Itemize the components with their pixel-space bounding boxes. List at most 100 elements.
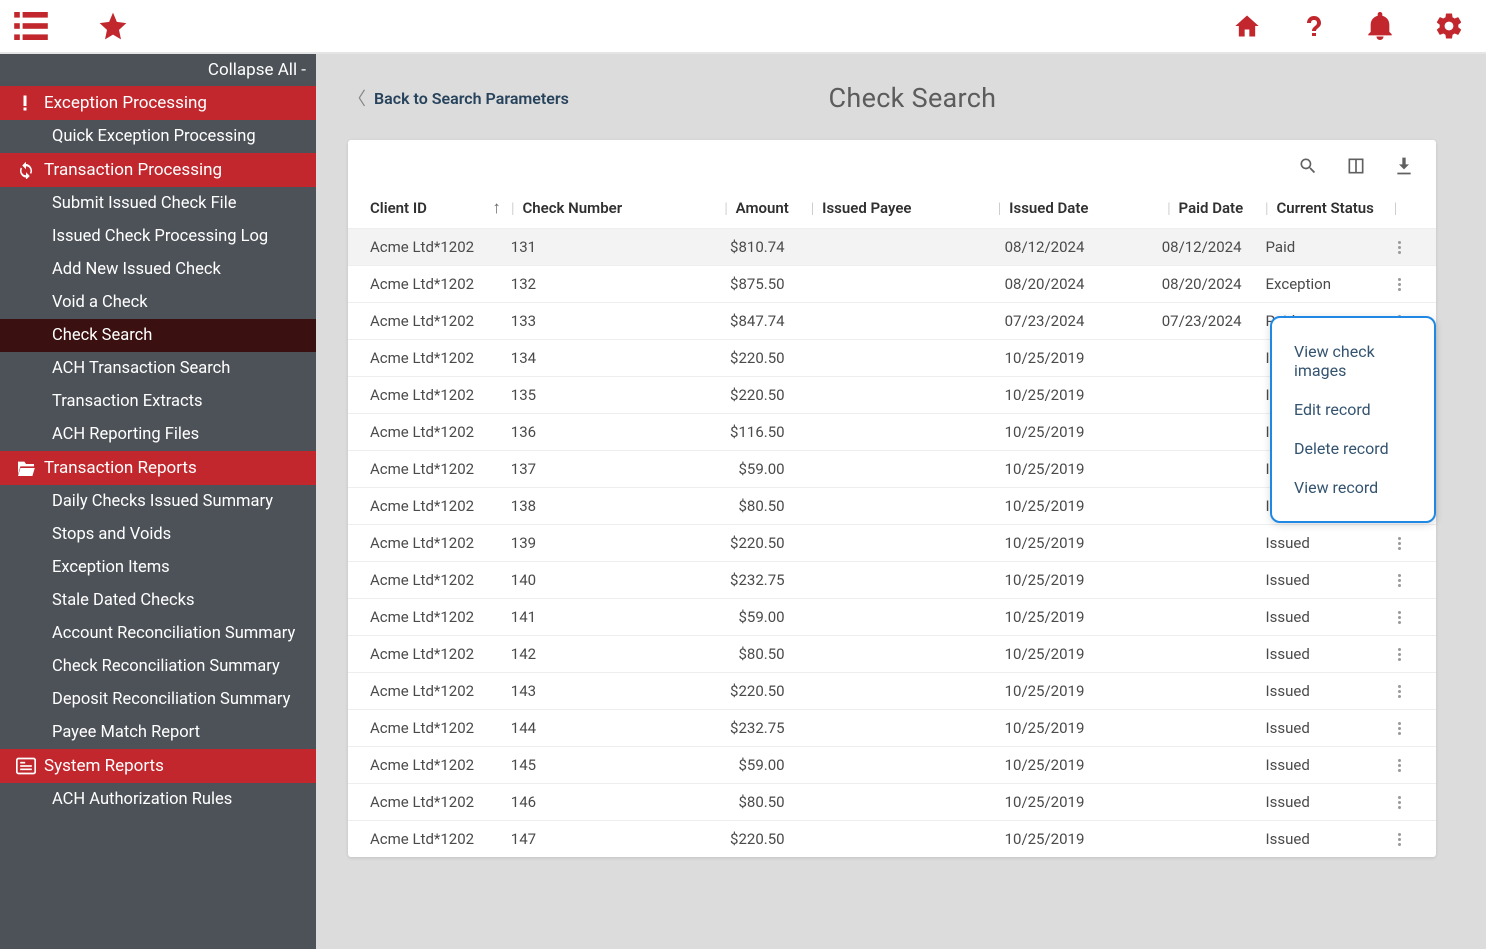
sidebar-item[interactable]: Void a Check [0, 286, 316, 319]
sidebar-section-header[interactable]: System Reports [0, 749, 316, 783]
help-icon[interactable] [1302, 10, 1326, 42]
col-current-status[interactable]: |Current Status [1265, 198, 1385, 218]
row-menu-button[interactable] [1385, 759, 1414, 772]
star-icon[interactable] [96, 10, 130, 42]
col-paid-date[interactable]: |Paid Date [1110, 198, 1265, 218]
sidebar-item[interactable]: Deposit Reconciliation Summary [0, 683, 316, 716]
cell-issued-date: 10/25/2019 [946, 608, 1111, 626]
table-row[interactable]: Acme Ltd*1202 131 $810.74 08/12/2024 08/… [348, 228, 1436, 265]
table-row[interactable]: Acme Ltd*1202 144 $232.75 10/25/2019 Iss… [348, 709, 1436, 746]
cell-client: Acme Ltd*1202 [370, 460, 482, 478]
columns-icon[interactable] [1346, 156, 1366, 180]
sidebar-section-header[interactable]: Exception Processing [0, 86, 316, 120]
cell-paid-date: 08/12/2024 [1110, 238, 1265, 256]
row-menu-button[interactable] [1385, 833, 1414, 846]
sidebar-item[interactable]: Payee Match Report [0, 716, 316, 749]
table-row[interactable]: Acme Ltd*1202 140 $232.75 10/25/2019 Iss… [348, 561, 1436, 598]
sidebar-item[interactable]: Daily Checks Issued Summary [0, 485, 316, 518]
row-menu-button[interactable] [1385, 648, 1414, 661]
kebab-icon [1398, 537, 1401, 550]
cell-check: 142 [511, 645, 685, 663]
sidebar-section-label: Exception Processing [44, 93, 207, 113]
sort-indicator[interactable]: ↑ [482, 198, 511, 218]
cell-amount: $116.50 [684, 423, 810, 441]
cell-amount: $220.50 [684, 534, 810, 552]
row-menu-button[interactable] [1385, 796, 1414, 809]
cell-client: Acme Ltd*1202 [370, 682, 482, 700]
sidebar-item[interactable]: Account Reconciliation Summary [0, 617, 316, 650]
kebab-icon [1398, 685, 1401, 698]
cell-check: 131 [511, 238, 685, 256]
cell-client: Acme Ltd*1202 [370, 830, 482, 848]
sidebar-item[interactable]: Submit Issued Check File [0, 187, 316, 220]
table-row[interactable]: Acme Ltd*1202 132 $875.50 08/20/2024 08/… [348, 265, 1436, 302]
table-row[interactable]: Acme Ltd*1202 139 $220.50 10/25/2019 Iss… [348, 524, 1436, 561]
sidebar-item-label: Void a Check [52, 293, 148, 312]
cell-check: 133 [511, 312, 685, 330]
cell-issued-date: 10/25/2019 [946, 423, 1111, 441]
row-menu-button[interactable] [1385, 537, 1414, 550]
col-check-number[interactable]: |Check Number [511, 198, 685, 218]
search-icon[interactable] [1298, 156, 1318, 180]
sidebar-item[interactable]: ACH Authorization Rules [0, 783, 316, 816]
kebab-icon [1398, 722, 1401, 735]
sidebar-item[interactable]: ACH Transaction Search [0, 352, 316, 385]
cell-issued-date: 10/25/2019 [946, 386, 1111, 404]
cell-client: Acme Ltd*1202 [370, 645, 482, 663]
download-icon[interactable] [1394, 156, 1414, 180]
col-issued-payee[interactable]: |Issued Payee [811, 198, 946, 218]
context-menu-item[interactable]: Delete record [1294, 429, 1412, 468]
col-issued-date[interactable]: |Issued Date [946, 198, 1110, 218]
sidebar-item-label: Submit Issued Check File [52, 194, 236, 213]
sidebar-section-header[interactable]: Transaction Reports [0, 451, 316, 485]
sidebar-item[interactable]: Stale Dated Checks [0, 584, 316, 617]
row-menu-button[interactable] [1385, 241, 1414, 254]
cell-amount: $220.50 [684, 386, 810, 404]
sidebar-section-header[interactable]: Transaction Processing [0, 153, 316, 187]
context-menu-item[interactable]: View check images [1294, 332, 1412, 390]
gear-icon[interactable] [1434, 11, 1464, 41]
main-content: 〈 Back to Search Parameters Check Search [316, 54, 1486, 949]
table-row[interactable]: Acme Ltd*1202 147 $220.50 10/25/2019 Iss… [348, 820, 1436, 857]
col-amount[interactable]: |Amount [685, 198, 811, 218]
sidebar-item[interactable]: ACH Reporting Files [0, 418, 316, 451]
kebab-icon [1398, 241, 1401, 254]
sidebar-item[interactable]: Transaction Extracts [0, 385, 316, 418]
sidebar-item[interactable]: Stops and Voids [0, 518, 316, 551]
kebab-icon [1398, 796, 1401, 809]
row-menu-button[interactable] [1385, 611, 1414, 624]
sidebar-item[interactable]: Check Reconciliation Summary [0, 650, 316, 683]
sidebar-item[interactable]: Add New Issued Check [0, 253, 316, 286]
table-row[interactable]: Acme Ltd*1202 141 $59.00 10/25/2019 Issu… [348, 598, 1436, 635]
context-menu-item[interactable]: View record [1294, 468, 1412, 507]
cell-issued-date: 10/25/2019 [946, 534, 1111, 552]
row-menu-button[interactable] [1385, 278, 1414, 291]
sidebar-item-label: Stops and Voids [52, 525, 171, 544]
home-icon[interactable] [1232, 12, 1262, 40]
table-row[interactable]: Acme Ltd*1202 143 $220.50 10/25/2019 Iss… [348, 672, 1436, 709]
sidebar-item-label: Stale Dated Checks [52, 591, 194, 610]
kebab-icon [1398, 574, 1401, 587]
cell-amount: $847.74 [684, 312, 810, 330]
cell-amount: $80.50 [684, 793, 810, 811]
sidebar-item[interactable]: Quick Exception Processing [0, 120, 316, 153]
table-row[interactable]: Acme Ltd*1202 145 $59.00 10/25/2019 Issu… [348, 746, 1436, 783]
row-menu-button[interactable] [1385, 574, 1414, 587]
cell-check: 135 [511, 386, 685, 404]
sidebar-item-label: Check Search [52, 326, 152, 345]
table-row[interactable]: Acme Ltd*1202 146 $80.50 10/25/2019 Issu… [348, 783, 1436, 820]
col-client-id[interactable]: Client ID [370, 198, 482, 218]
context-menu-item[interactable]: Edit record [1294, 390, 1412, 429]
sidebar-item[interactable]: Check Search [0, 319, 316, 352]
table-row[interactable]: Acme Ltd*1202 142 $80.50 10/25/2019 Issu… [348, 635, 1436, 672]
list-icon[interactable] [14, 12, 48, 40]
cell-amount: $80.50 [684, 497, 810, 515]
row-menu-button[interactable] [1385, 722, 1414, 735]
cell-amount: $220.50 [684, 349, 810, 367]
bell-icon[interactable] [1366, 10, 1394, 42]
sidebar-item[interactable]: Exception Items [0, 551, 316, 584]
sidebar-item[interactable]: Issued Check Processing Log [0, 220, 316, 253]
row-menu-button[interactable] [1385, 685, 1414, 698]
collapse-all[interactable]: Collapse All - [0, 54, 316, 86]
row-context-menu: View check imagesEdit recordDelete recor… [1270, 316, 1436, 523]
